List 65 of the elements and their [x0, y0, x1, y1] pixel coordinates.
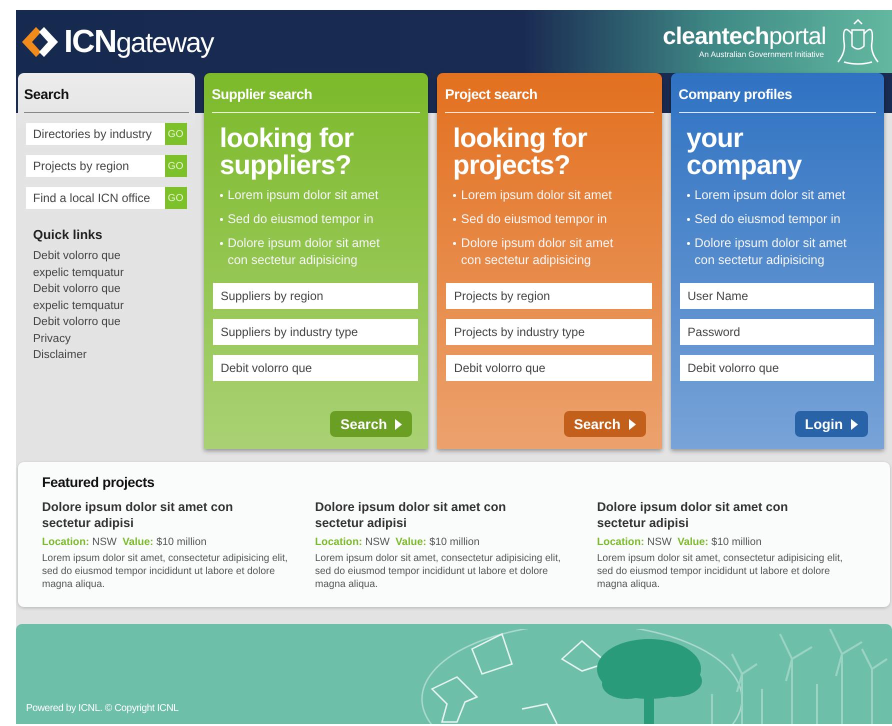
bullet-text: Lorem ipsum dolor sit amet — [228, 187, 378, 204]
project-title: Dolore ipsum dolor sit amet con sectetur adipisi — [315, 499, 507, 531]
select-field[interactable]: Find a local ICN office — [26, 187, 165, 209]
bullet-text: Sed do eiusmod tempor in — [461, 211, 607, 228]
panel-headline: your company — [686, 125, 803, 179]
bullet-icon — [453, 194, 456, 197]
logo-text: ICNgateway — [64, 23, 214, 60]
bullet-icon — [686, 242, 690, 245]
caret-icon — [628, 418, 636, 430]
project-meta: Location: NSW Value: $10 million — [42, 536, 208, 548]
quick-link[interactable]: Debit volorro que — [33, 314, 195, 330]
bullet-icon — [220, 218, 223, 221]
bullet-text: Sed do eiusmod tempor in — [694, 211, 840, 228]
bullet-text: Lorem ipsum dolor sit amet — [461, 187, 612, 204]
input-field[interactable]: Suppliers by region — [212, 283, 418, 309]
copyright-text: Powered by ICNL. © Copyright ICNL — [26, 703, 179, 714]
project-title: Dolore ipsum dolor sit amet con sectetur adipisi — [42, 499, 234, 531]
partner-tagline: An Australian Government Initiative — [699, 50, 824, 59]
panel-headline: looking for projects? — [453, 125, 588, 179]
project-description: Lorem ipsum dolor sit amet, consectetur adipisicing elit, sed do eiusmod tempor incididunt ut labore et dolore magna aliqua. — [42, 552, 289, 591]
caret-icon — [395, 418, 402, 430]
project-title: Dolore ipsum dolor sit amet con sectetur adipisi — [597, 499, 789, 531]
bullet-icon — [453, 242, 456, 245]
project-meta: Location: NSW Value: $10 million — [597, 536, 763, 548]
quick-link[interactable]: expelic temquatur — [33, 264, 195, 281]
panel-title: Company profiles — [678, 73, 876, 113]
panel-title: Project search — [445, 73, 654, 113]
sidebar-title: Search — [24, 73, 189, 113]
bullet-text: Dolore ipsum dolor sit amet con sectetur adipisicing — [694, 235, 848, 269]
input-field[interactable]: Projects by region — [446, 283, 652, 309]
quick-link[interactable]: Disclaimer — [33, 347, 195, 364]
input-field[interactable]: User Name — [680, 283, 874, 309]
bullet-icon — [686, 218, 690, 221]
bullet-text: Dolore ipsum dolor sit amet con sectetur adipisicing — [228, 235, 381, 269]
project-meta: Location: NSW Value: $10 million — [315, 536, 481, 548]
quick-link[interactable]: expelic temquatur — [33, 298, 195, 314]
bullet-text: Sed do eiusmod tempor in — [228, 211, 374, 228]
caret-icon — [851, 418, 858, 430]
panel-headline: looking for suppliers? — [220, 125, 355, 179]
quick-links-heading: Quick links — [33, 227, 104, 242]
action-button[interactable]: Login — [794, 411, 868, 437]
bullet-icon — [453, 218, 456, 221]
input-field[interactable]: Projects by industry type — [446, 319, 652, 345]
quick-link[interactable]: Privacy — [33, 330, 195, 347]
partner-logo-text: cleantechportal — [662, 24, 826, 50]
select-field[interactable]: Directories by industry — [26, 123, 165, 145]
bullet-text: Lorem ipsum dolor sit amet — [694, 187, 846, 204]
bullet-icon — [220, 242, 223, 245]
input-field[interactable]: Debit volorro que — [212, 355, 418, 381]
select-field[interactable]: Projects by region — [26, 155, 165, 177]
logo-icon — [20, 24, 60, 58]
project-description: Lorem ipsum dolor sit amet, consectetur adipisicing elit, sed do eiusmod tempor incididunt ut labore et dolore magna aliqua. — [315, 552, 562, 591]
project-description: Lorem ipsum dolor sit amet, consectetur adipisicing elit, sed do eiusmod tempor incididunt ut labore et dolore magna aliqua. — [597, 552, 844, 591]
quick-link[interactable]: Debit volorro que — [33, 248, 195, 264]
quick-link[interactable]: Debit volorro que — [33, 281, 195, 298]
bullet-text: Dolore ipsum dolor sit amet con sectetur adipisicing — [461, 235, 614, 269]
input-field[interactable]: Password — [680, 319, 874, 345]
panel-title: Supplier search — [212, 73, 420, 113]
action-button[interactable]: Search — [564, 411, 646, 437]
bullet-icon — [220, 194, 223, 197]
input-field[interactable]: Debit volorro que — [446, 355, 652, 381]
input-field[interactable]: Debit volorro que — [680, 355, 874, 381]
bullet-icon — [686, 194, 690, 197]
input-field[interactable]: Suppliers by industry type — [212, 319, 418, 345]
section-heading: Featured projects — [42, 474, 156, 490]
